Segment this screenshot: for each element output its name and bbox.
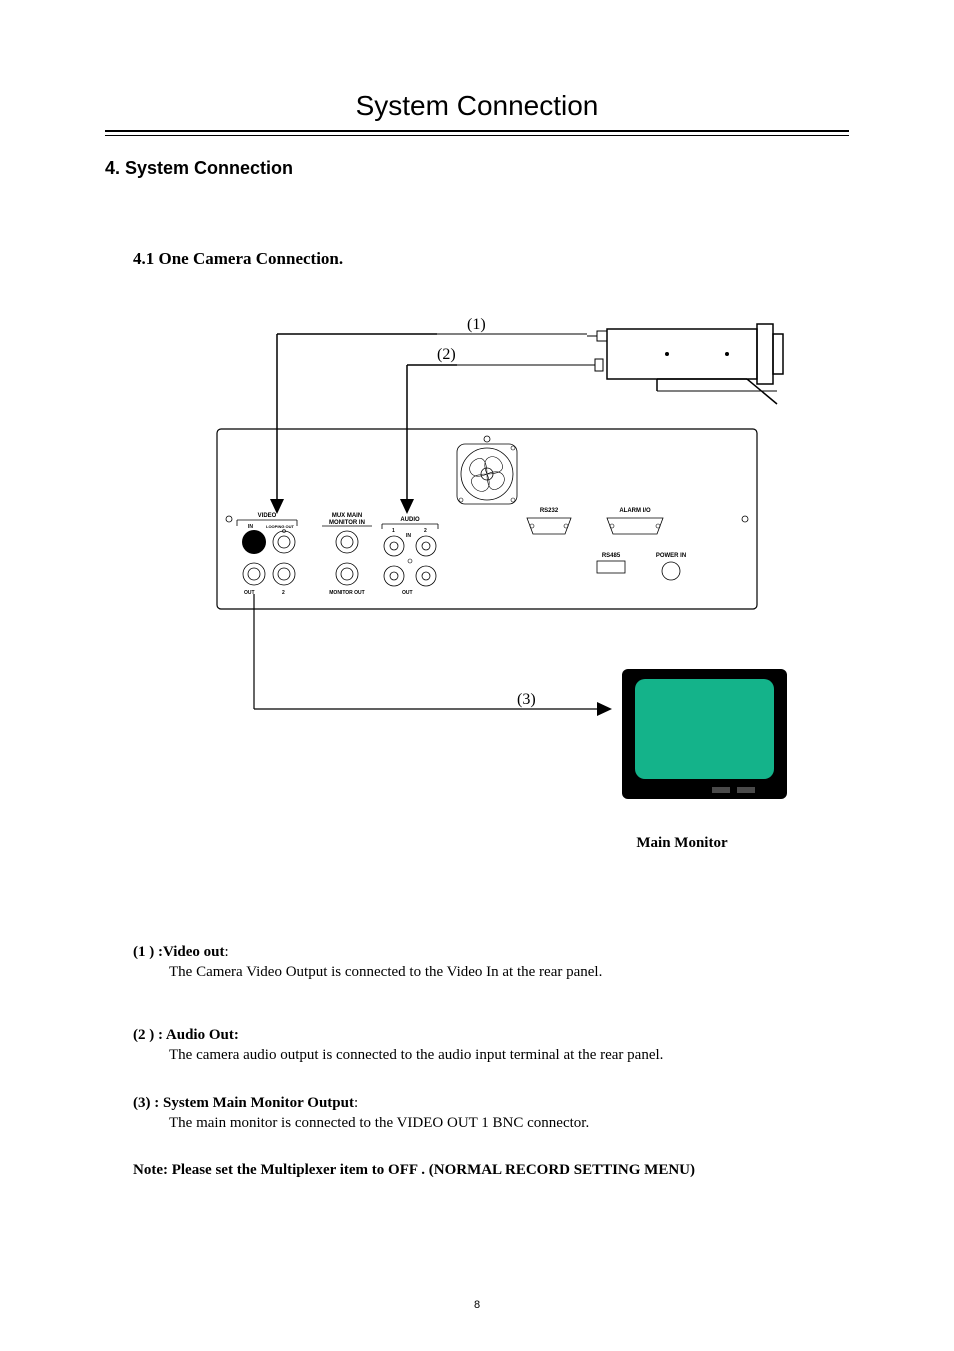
callout-2: (2) (437, 346, 456, 363)
definition-1: (1 ) :Video out: The Camera Video Output… (133, 942, 849, 983)
callout-3: (3) (517, 691, 536, 708)
main-monitor-icon (622, 669, 787, 799)
definitions: (1 ) :Video out: The Camera Video Output… (133, 942, 849, 1134)
svg-text:POWER IN: POWER IN (656, 553, 686, 559)
svg-text:1: 1 (392, 528, 395, 534)
definition-2-body: The camera audio output is connected to … (169, 1045, 849, 1065)
definition-2-label: (2 ) : Audio Out: (133, 1027, 239, 1043)
page-number: 8 (0, 1299, 954, 1311)
definition-3-body: The main monitor is connected to the VID… (169, 1113, 849, 1133)
subsection-heading: 4.1 One Camera Connection. (133, 249, 849, 269)
svg-text:AUDIO: AUDIO (400, 517, 420, 523)
diagram-svg: (1) (2) (157, 309, 797, 829)
svg-text:MUX MAIN: MUX MAIN (332, 513, 362, 519)
callout-1: (1) (467, 316, 486, 333)
svg-text:MONITOR IN: MONITOR IN (329, 520, 365, 526)
svg-text:VIDEO: VIDEO (258, 513, 277, 519)
camera-icon (585, 324, 783, 404)
definition-1-label: (1 ) :Video out (133, 944, 225, 960)
monitor-caption: Main Monitor (597, 835, 767, 852)
definition-3: (3) : System Main Monitor Output: The ma… (133, 1093, 849, 1134)
svg-text:RS232: RS232 (540, 508, 559, 514)
svg-text:ALARM I/O: ALARM I/O (619, 508, 651, 514)
svg-text:OUT: OUT (402, 590, 413, 596)
definition-1-body: The Camera Video Output is connected to … (169, 962, 849, 982)
definition-2: (2 ) : Audio Out: The camera audio outpu… (133, 1025, 849, 1066)
svg-text:RS485: RS485 (602, 553, 621, 559)
svg-text:LOOPING OUT: LOOPING OUT (266, 524, 295, 529)
connection-diagram: (1) (2) (157, 309, 797, 852)
svg-text:IN: IN (406, 533, 411, 539)
section-heading: 4. System Connection (105, 158, 849, 179)
svg-text:MONITOR OUT: MONITOR OUT (329, 590, 364, 596)
document-page: System Connection 4. System Connection 4… (0, 0, 954, 1351)
svg-text:OUT: OUT (244, 590, 255, 596)
dvr-rear-panel: VIDEO IN LOOPING OUT OUT 2 (217, 429, 757, 609)
note: Note: Please set the Multiplexer item to… (133, 1162, 849, 1179)
definition-3-label: (3) : System Main Monitor Output (133, 1095, 354, 1111)
svg-text:IN: IN (248, 524, 253, 530)
svg-text:2: 2 (282, 590, 285, 596)
title-rule (105, 130, 849, 136)
page-title: System Connection (105, 90, 849, 122)
svg-text:2: 2 (424, 528, 427, 534)
